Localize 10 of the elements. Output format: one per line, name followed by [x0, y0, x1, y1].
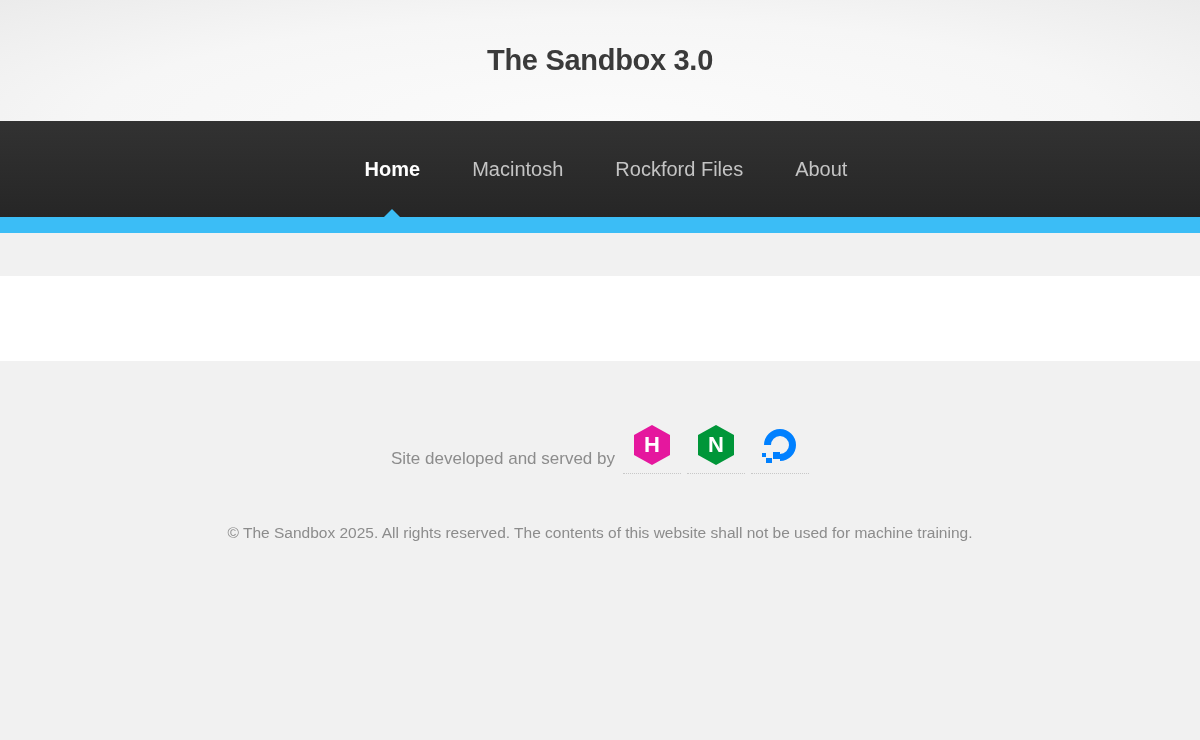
logo-link[interactable]: N: [687, 425, 745, 474]
nav-link[interactable]: About: [769, 121, 874, 217]
nav-link[interactable]: Rockford Files: [589, 121, 770, 217]
site-title: The Sandbox 3.0: [487, 44, 713, 77]
hexagon-logo: H: [634, 425, 670, 465]
logo-link[interactable]: H: [623, 425, 681, 474]
nav-link[interactable]: Macintosh: [446, 121, 590, 217]
hexagon-logo: N: [698, 425, 734, 465]
copyright-text: © The Sandbox 2025. All rights reserved. The contents of this website shall not be used for machine training.: [227, 524, 973, 542]
credit-text: Site developed and served by: [391, 449, 615, 469]
